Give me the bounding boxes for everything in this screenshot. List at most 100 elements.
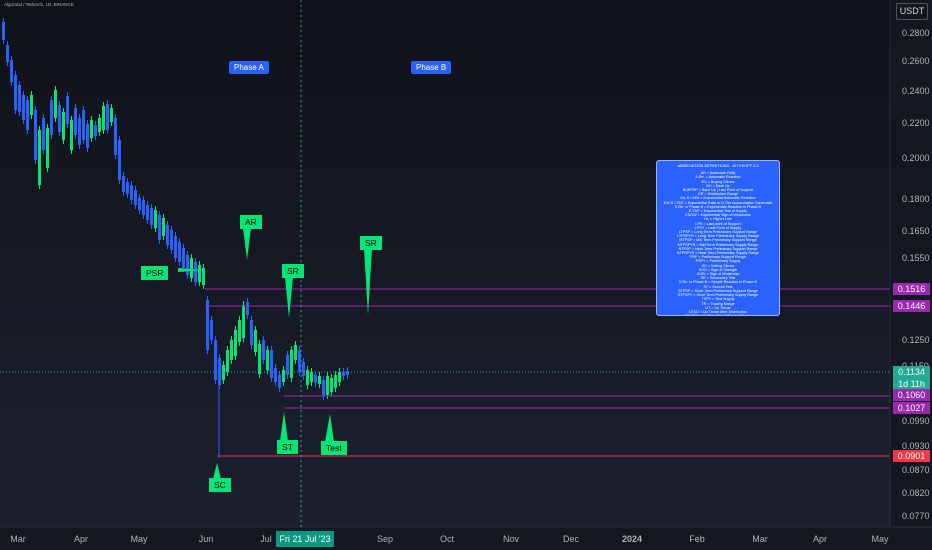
phase-a-label: Phase A bbox=[229, 61, 269, 74]
candle bbox=[70, 120, 73, 150]
candle bbox=[114, 118, 117, 155]
candle bbox=[230, 340, 233, 360]
candle bbox=[318, 376, 321, 384]
candle bbox=[238, 320, 241, 342]
candle bbox=[58, 105, 61, 132]
candle bbox=[262, 340, 265, 360]
candle bbox=[266, 350, 269, 370]
candle bbox=[190, 258, 193, 278]
candle bbox=[134, 190, 137, 205]
candle bbox=[246, 302, 249, 315]
sc-label: SC bbox=[209, 478, 231, 492]
sr-label-2: SR bbox=[360, 236, 382, 250]
candle bbox=[206, 300, 209, 350]
candle bbox=[290, 350, 293, 378]
candle bbox=[2, 22, 5, 40]
candle bbox=[86, 124, 89, 148]
candle bbox=[210, 320, 213, 340]
sr-label-1: SR bbox=[282, 264, 304, 278]
time-tick: May bbox=[871, 534, 889, 544]
price-label: 0.1446 bbox=[893, 300, 930, 312]
price-tick: 0.2800 bbox=[902, 28, 930, 38]
price-tick: 0.1550 bbox=[902, 253, 930, 263]
time-tick: Oct bbox=[440, 534, 455, 544]
price-label: 0.1516 bbox=[893, 283, 930, 295]
candle bbox=[26, 100, 29, 130]
candle bbox=[62, 112, 65, 140]
psr-label: PSR bbox=[141, 266, 169, 280]
candle bbox=[254, 330, 257, 352]
price-tick: 0.1250 bbox=[902, 335, 930, 345]
candle bbox=[106, 104, 109, 130]
time-tick: 2024 bbox=[622, 534, 642, 544]
candle bbox=[6, 45, 9, 62]
candle bbox=[82, 110, 85, 140]
candle bbox=[310, 372, 313, 382]
candle bbox=[214, 340, 217, 380]
candle bbox=[314, 375, 317, 383]
price-tick: 0.0990 bbox=[902, 416, 930, 426]
time-tick: Mar bbox=[752, 534, 768, 544]
time-tick: Dec bbox=[563, 534, 580, 544]
candle bbox=[170, 230, 173, 250]
candle bbox=[98, 118, 101, 132]
note-line: UTLPSY = Up Thrust|Last Point of Supply bbox=[659, 314, 777, 315]
price-tick: 0.0870 bbox=[902, 465, 930, 475]
price-tick: 0.2400 bbox=[902, 86, 930, 96]
candle bbox=[66, 96, 69, 124]
candle bbox=[162, 218, 165, 236]
candle bbox=[322, 380, 325, 396]
candle bbox=[166, 225, 169, 245]
crosshair-date-label: Fri 21 Jul '23 bbox=[276, 531, 334, 547]
price-tick: 0.0770 bbox=[902, 511, 930, 521]
price-tick: 0.1800 bbox=[902, 194, 930, 204]
candle bbox=[118, 140, 121, 180]
candle bbox=[278, 375, 281, 388]
candle bbox=[330, 378, 333, 392]
candle bbox=[242, 305, 245, 338]
candle bbox=[78, 118, 81, 145]
candle bbox=[94, 125, 97, 136]
candle bbox=[182, 248, 185, 268]
price-label: 0.1134 1d 11h bbox=[893, 366, 930, 390]
candle bbox=[250, 320, 253, 345]
candle bbox=[194, 262, 197, 282]
candle bbox=[302, 362, 305, 376]
candle bbox=[110, 108, 113, 122]
candle bbox=[22, 95, 25, 120]
candle bbox=[326, 376, 329, 395]
candle bbox=[258, 344, 261, 374]
time-tick: Apr bbox=[813, 534, 827, 544]
candle bbox=[142, 200, 145, 215]
candle bbox=[30, 95, 33, 115]
candle bbox=[226, 350, 229, 372]
note-title: ABREVIATION DEFINITIONS - WYCKOFF 2.0 bbox=[677, 163, 759, 168]
time-tick: Jul bbox=[260, 534, 272, 544]
symbol-title: Algorand / Tetherch, 1D, BINANCE bbox=[4, 2, 74, 7]
time-tick: Mar bbox=[10, 534, 26, 544]
candle bbox=[10, 60, 13, 82]
phase-b-label: Phase B bbox=[411, 61, 452, 74]
price-label: 0.0901 bbox=[893, 450, 930, 462]
time-tick: Feb bbox=[689, 534, 705, 544]
price-chart[interactable]: 0.2800 0.2600 0.2400 0.2200 0.2000 0.1800 0.16… bbox=[0, 0, 932, 550]
chart-background bbox=[0, 0, 932, 550]
candle bbox=[102, 106, 105, 130]
price-label: 0.1060 bbox=[893, 389, 930, 401]
price-tick: 0.2200 bbox=[902, 118, 930, 128]
candle bbox=[198, 265, 201, 282]
candle bbox=[74, 108, 77, 135]
abbreviation-definitions-note: ABREVIATION DEFINITIONS - WYCKOFF 2.0 AR… bbox=[656, 160, 780, 316]
candle bbox=[178, 242, 181, 262]
candle bbox=[154, 210, 157, 228]
time-tick: May bbox=[130, 534, 148, 544]
candle bbox=[18, 85, 21, 112]
candle bbox=[146, 205, 149, 220]
candle bbox=[202, 268, 205, 285]
candle bbox=[54, 90, 57, 118]
time-tick: Jun bbox=[199, 534, 214, 544]
candle bbox=[158, 215, 161, 240]
candle bbox=[270, 350, 273, 378]
candle bbox=[90, 120, 93, 138]
currency-selector[interactable]: USDT bbox=[896, 3, 928, 20]
